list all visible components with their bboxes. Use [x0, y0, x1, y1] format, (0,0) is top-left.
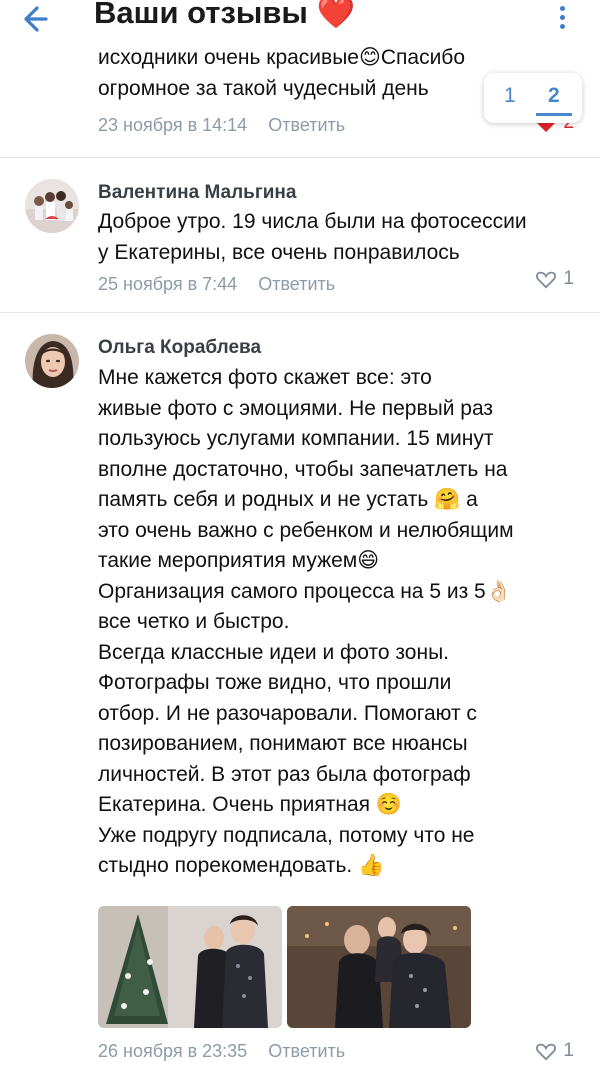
reply-button[interactable]: Ответить: [268, 1041, 345, 1061]
comment-item: Мне кажется фото скажет все: это живые ф…: [98, 363, 568, 882]
comment-item: Доброе утро. 19 числа были на фотосессии…: [98, 207, 568, 295]
page-title-text: Ваши отзывы: [94, 0, 308, 30]
comment-line: живые фото с эмоциями. Не первый раз: [98, 396, 494, 420]
top-bar: Ваши отзывы ❤️: [0, 0, 600, 44]
comment-meta: 23 ноября в 14:14 Ответить: [98, 115, 345, 136]
like-button[interactable]: 1: [535, 268, 574, 290]
dot-icon: [559, 6, 565, 11]
comment-meta: 26 ноября в 23:35 Ответить: [98, 1041, 345, 1062]
comment-line: позированием, понимают все нюансы: [98, 732, 468, 755]
heart-outline-icon: [536, 1043, 557, 1061]
comment-text: Доброе утро. 19 числа были на фотосессии…: [98, 207, 568, 268]
comment-date: 25 ноября в 7:44: [98, 274, 238, 294]
avatar-image: [25, 334, 79, 388]
avatar[interactable]: [25, 334, 79, 388]
avatar-image: [25, 179, 79, 233]
comment-line: отбор. И не разочаровали. Помогают с: [98, 701, 477, 725]
comment-line: личностей. В этот раз была фотограф: [98, 762, 471, 786]
comment-text: Мне кажется фото скажет все: это живые ф…: [98, 363, 568, 882]
photo-image: [287, 906, 471, 1028]
like-count: 1: [563, 1040, 574, 1061]
page-switcher: 1 2: [484, 73, 582, 123]
comment-line: вполне достаточно, чтобы запечатлеть на: [98, 457, 508, 481]
comment-author[interactable]: Ольга Кораблева: [98, 337, 261, 359]
comment-line: исходники очень красивые😊Спасибо: [98, 46, 466, 69]
attached-photo[interactable]: [98, 906, 282, 1028]
back-button[interactable]: [20, 2, 60, 36]
heart-outline-icon: [536, 271, 557, 289]
comment-line: память себя и родных и не устать 🤗 а: [98, 488, 478, 511]
photo-image: [98, 906, 282, 1028]
page-2-button[interactable]: 2: [548, 84, 560, 108]
comment-line: Уже подругу подписала, потому что не: [98, 823, 475, 847]
reply-button[interactable]: Ответить: [258, 274, 335, 294]
comment-author[interactable]: Валентина Мальгина: [98, 182, 296, 204]
active-page-indicator: [536, 113, 572, 116]
comment-meta: 25 ноября в 7:44 Ответить: [98, 274, 568, 295]
comment-line: Мне кажется фото скажет все: это: [98, 366, 432, 389]
avatar[interactable]: [25, 179, 79, 233]
comment-line: Доброе утро. 19 числа были на фотосессии: [98, 210, 527, 233]
comment-line: это очень важно с ребенком и нелюбящим: [98, 518, 514, 542]
comment-line: у Екатерины, все очень понравилось: [98, 240, 460, 264]
comment-line: стыдно порекомендовать. 👍: [98, 854, 385, 877]
page-title: Ваши отзывы ❤️: [94, 0, 355, 31]
more-options-button[interactable]: [552, 2, 572, 34]
comment-line: Фотографы тоже видно, что прошли: [98, 671, 452, 694]
page-1-button[interactable]: 1: [504, 84, 516, 108]
reply-button[interactable]: Ответить: [268, 115, 345, 135]
comment-line: Всегда классные идеи и фото зоны.: [98, 640, 450, 664]
divider: [0, 157, 600, 158]
dot-icon: [559, 24, 565, 29]
dot-icon: [559, 15, 565, 20]
comment-line: такие мероприятия мужем😄: [98, 549, 380, 572]
like-button[interactable]: 1: [535, 1040, 574, 1062]
comment-date: 26 ноября в 23:35: [98, 1041, 248, 1061]
comment-date: 23 ноября в 14:14: [98, 115, 248, 135]
attached-photo[interactable]: [287, 906, 471, 1028]
like-count: 1: [563, 268, 574, 289]
divider: [0, 312, 600, 313]
comment-line: Екатерина. Очень приятная ☺️: [98, 793, 403, 816]
comment-line: Организация самого процесса на 5 из 5👌🏻: [98, 579, 512, 603]
heart-emoji: ❤️: [316, 0, 356, 30]
comment-line: пользуюсь услугами компании. 15 минут: [98, 427, 494, 450]
arrow-left-icon: [24, 6, 48, 32]
comment-line: все четко и быстро.: [98, 610, 290, 633]
